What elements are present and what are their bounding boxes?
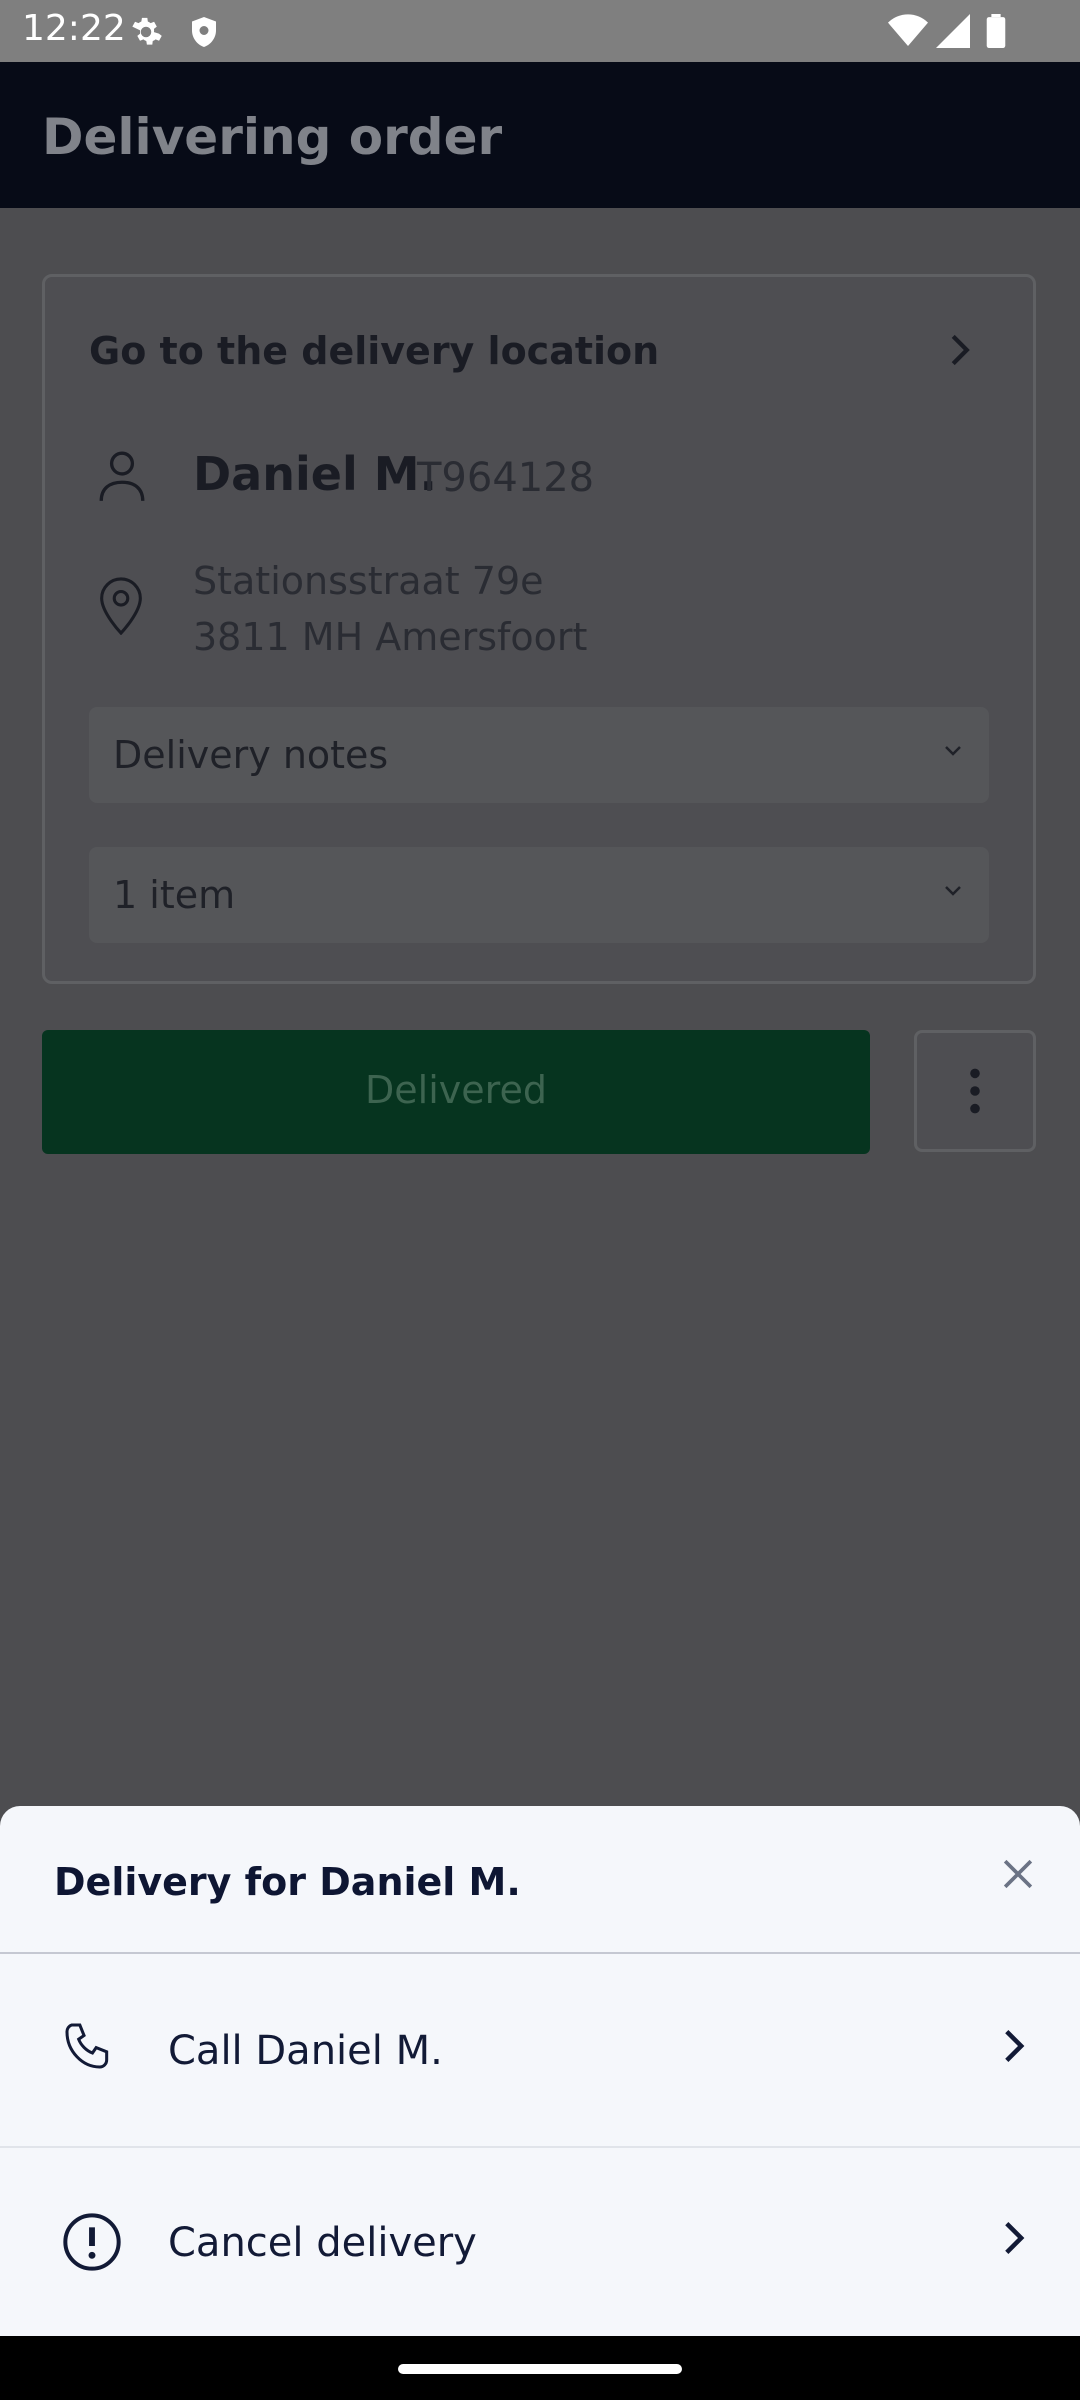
cancel-delivery-label: Cancel delivery [168, 2220, 477, 2266]
status-bar: 12:22 [0, 0, 1080, 62]
location-pin-icon [99, 577, 143, 639]
order-code: T964128 [417, 455, 595, 501]
address-line-2: 3811 MH Amersfoort [193, 615, 588, 659]
shield-icon [186, 14, 222, 54]
sheet-divider [0, 1952, 1080, 1954]
battery-icon [986, 14, 1006, 52]
customer-name: Daniel M. [193, 447, 437, 501]
wifi-icon [888, 14, 928, 52]
page-title: Delivering order [42, 108, 503, 166]
more-options-button[interactable] [914, 1030, 1036, 1152]
delivered-button[interactable]: Delivered [42, 1030, 870, 1154]
system-navigation-bar [0, 2336, 1080, 2400]
close-icon[interactable] [996, 1852, 1040, 1900]
card-heading: Go to the delivery location [89, 329, 660, 373]
more-vertical-icon [962, 1067, 988, 1119]
chevron-down-icon [943, 743, 963, 762]
settings-gear-icon [128, 14, 164, 54]
chevron-right-icon [1002, 2220, 1026, 2260]
phone-icon [60, 2018, 116, 2078]
delivery-notes-dropdown[interactable]: Delivery notes [89, 707, 989, 803]
bottom-sheet: Delivery for Daniel M. Call Daniel M. Ca… [0, 1806, 1080, 2336]
home-gesture-handle[interactable] [398, 2364, 682, 2374]
status-time: 12:22 [22, 8, 126, 49]
chevron-right-icon[interactable] [945, 333, 975, 371]
delivery-location-card[interactable]: Go to the delivery location Daniel M. T9… [42, 274, 1036, 984]
delivered-button-label: Delivered [365, 1068, 547, 1112]
cancel-delivery-row[interactable]: Cancel delivery [0, 2148, 1080, 2338]
chevron-down-icon [943, 883, 963, 902]
person-icon [97, 449, 147, 507]
alert-circle-icon [60, 2210, 124, 2278]
call-customer-label: Call Daniel M. [168, 2028, 443, 2074]
address-line-1: Stationsstraat 79e [193, 559, 544, 603]
delivery-notes-label: Delivery notes [113, 733, 389, 777]
items-dropdown[interactable]: 1 item [89, 847, 989, 943]
chevron-right-icon [1002, 2028, 1026, 2068]
signal-icon [936, 14, 970, 52]
call-customer-row[interactable]: Call Daniel M. [0, 1956, 1080, 2146]
items-label: 1 item [113, 873, 236, 917]
sheet-title: Delivery for Daniel M. [54, 1860, 521, 1904]
app-bar: Delivering order [0, 62, 1080, 208]
